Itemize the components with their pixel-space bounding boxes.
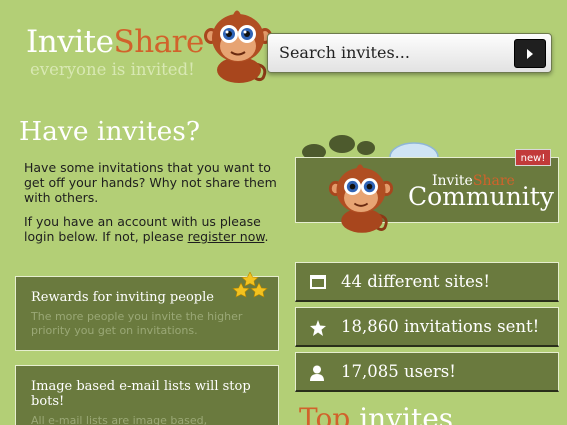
register-link[interactable]: register now — [188, 229, 265, 244]
feature-text: All e-mail lists are image based, preven… — [31, 414, 208, 425]
feature-text: The more people you invite the higher pr… — [31, 310, 243, 337]
top-invites-heading: Top invites — [299, 402, 453, 425]
stat-sites: 44 different sites! — [295, 262, 559, 302]
search-input[interactable] — [279, 43, 499, 62]
login-paragraph: If you have an account with us please lo… — [24, 214, 278, 244]
stat-text: 18,860 invitations sent! — [341, 317, 540, 336]
feature-image-email: Image based e-mail lists will stop bots!… — [15, 365, 279, 425]
window-icon — [310, 275, 326, 289]
community-title: Community — [408, 182, 554, 211]
top-invites-word1: Top — [299, 402, 351, 425]
stars-icon — [232, 272, 268, 298]
search-button[interactable] — [514, 39, 546, 68]
search-bar — [267, 33, 552, 73]
stat-invitations: 18,860 invitations sent! — [295, 307, 559, 347]
site-logo[interactable]: InviteShare — [26, 27, 204, 58]
intro-text: Have some invitations that you want to g… — [24, 160, 278, 253]
intro-paragraph: Have some invitations that you want to g… — [24, 160, 277, 205]
login-text-end: . — [264, 229, 269, 244]
feature-title: Image based e-mail lists will stop bots! — [31, 379, 251, 409]
star-icon — [310, 320, 326, 336]
monkey-mascot-icon — [328, 164, 394, 233]
logo-part-invite: Invite — [26, 24, 114, 60]
top-invites-word2: invites — [359, 402, 454, 425]
monkey-mascot-icon — [204, 10, 272, 83]
user-icon — [310, 365, 324, 381]
play-arrow-icon — [527, 49, 533, 59]
site-tagline: everyone is invited! — [30, 60, 195, 79]
stat-users: 17,085 users! — [295, 352, 559, 392]
have-invites-heading: Have invites? — [19, 116, 201, 147]
stat-text: 17,085 users! — [341, 362, 456, 381]
new-badge: new! — [515, 149, 551, 166]
logo-part-share: Share — [113, 24, 204, 60]
stat-text: 44 different sites! — [341, 272, 490, 291]
